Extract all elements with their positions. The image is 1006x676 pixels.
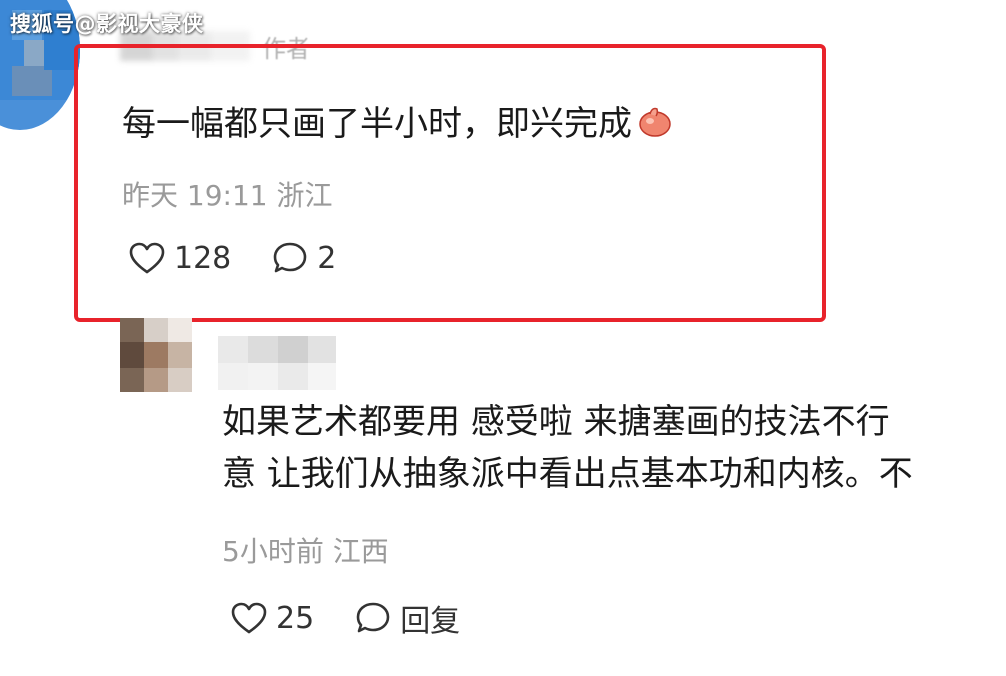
comment-bubble-icon — [356, 602, 390, 633]
reply-count: 2 — [317, 240, 337, 276]
like-count: 128 — [174, 240, 232, 276]
comment-location: 江西 — [332, 535, 389, 568]
comment-location: 浙江 — [276, 179, 333, 212]
comment-meta: 昨天 19:11 浙江 — [122, 174, 333, 214]
watermark: 搜狐号@影视大豪侠 — [10, 12, 204, 36]
comment-bubble-icon — [273, 242, 307, 273]
comment-body: 每一幅都只画了半小时，即兴完成 — [122, 104, 632, 144]
reply-button[interactable]: 回复 — [354, 596, 460, 640]
comment-text: 如果艺术都要用 感受啦 来搪塞画的技法不行 意 让我们从抽象派中看出点基本功和内… — [222, 396, 1006, 500]
thumbs-up-emoji-icon — [636, 105, 672, 137]
avatar[interactable] — [120, 318, 192, 392]
comment-body-line: 意 让我们从抽象派中看出点基本功和内核。不 — [222, 454, 913, 494]
comment-time: 昨天 19:11 — [122, 179, 268, 212]
like-button[interactable]: 128 — [128, 241, 231, 276]
like-count: 25 — [276, 600, 315, 636]
reply-button[interactable]: 2 — [271, 240, 336, 276]
like-button[interactable]: 25 — [230, 601, 314, 636]
heart-icon — [231, 602, 267, 634]
comment-meta: 5小时前 江西 — [222, 530, 389, 570]
heart-icon — [129, 242, 165, 274]
comment-actions: 128 2 — [128, 240, 376, 276]
comment-text: 每一幅都只画了半小时，即兴完成 — [122, 96, 672, 145]
username-blurred[interactable] — [218, 336, 336, 390]
comment-body-line: 如果艺术都要用 感受啦 来搪塞画的技法不行 — [222, 402, 890, 442]
comment-time: 5小时前 — [222, 535, 324, 568]
comment-actions: 25 回复 — [230, 596, 500, 640]
reply-label: 回复 — [400, 604, 461, 639]
